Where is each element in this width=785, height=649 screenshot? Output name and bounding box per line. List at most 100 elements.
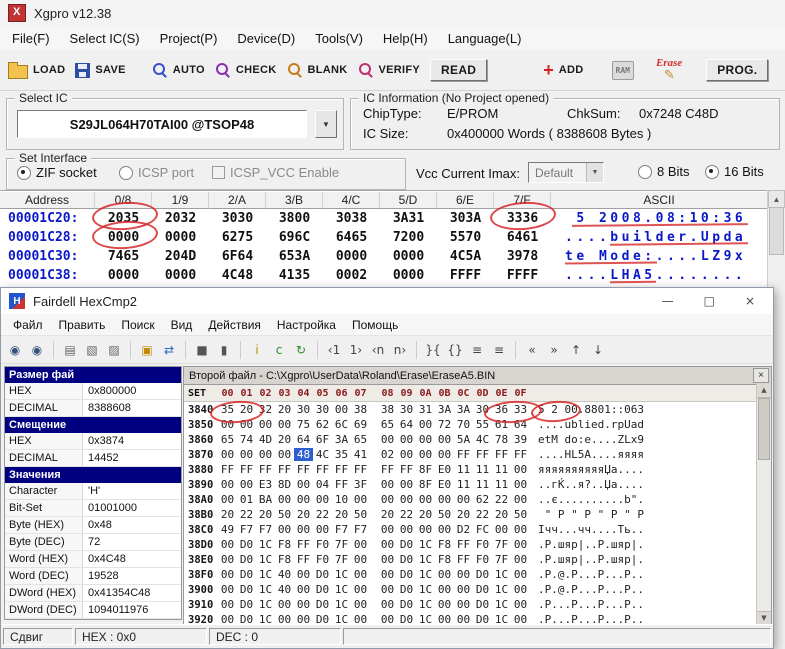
word-cell[interactable]: 204D [152,249,209,264]
maximize-button[interactable]: □ [704,294,715,308]
swap-files-icon[interactable]: ⇄ [159,340,179,360]
byte-cell[interactable]: F7 [237,523,256,536]
byte-cell[interactable]: 00 [218,478,237,491]
byte-cell[interactable]: 20 [294,508,313,521]
byte-cell[interactable]: 00 [378,538,397,551]
byte-cell[interactable]: 35 [218,403,237,416]
stop-icon[interactable]: ■ [192,340,212,360]
scrollbar-thumb[interactable] [758,398,770,460]
byte-cell[interactable]: 20 [332,508,351,521]
byte-cell[interactable]: 65 [378,418,397,431]
byte-cell[interactable]: 36 [492,403,511,416]
hexcmp-row[interactable]: 38A00001BA00000010000000000000622200..є.… [184,492,771,507]
byte-cell[interactable]: 00 [454,568,473,581]
byte-cell[interactable]: D0 [397,568,416,581]
word-cell[interactable]: 6461 [494,230,551,245]
byte-cell[interactable]: 64 [511,418,530,431]
byte-cell[interactable]: 00 [378,523,397,536]
byte-cell[interactable]: FC [473,523,492,536]
word-cell[interactable]: 7465 [95,249,152,264]
byte-cell[interactable]: 02 [378,448,397,461]
next-change-icon[interactable]: n› [390,340,410,360]
brace-open-icon[interactable]: }{ [423,340,443,360]
word-cell[interactable]: 3978 [494,249,551,264]
icsp-vcc-checkbox[interactable]: ICSP_VCC Enable [212,165,339,180]
minimize-button[interactable]: — [662,294,674,308]
byte-cell[interactable]: 1C [492,568,511,581]
byte-cell[interactable]: 49 [218,523,237,536]
byte-cell[interactable]: FF [332,478,351,491]
word-cell[interactable]: 0000 [152,268,209,283]
byte-cell[interactable]: 1C [332,583,351,596]
byte-cell[interactable]: 4C [473,433,492,446]
byte-cell[interactable]: D0 [473,568,492,581]
byte-cell[interactable]: 1C [492,598,511,611]
scroll-up-icon[interactable]: ▲ [768,190,785,208]
byte-cell[interactable]: 01 [237,493,256,506]
byte-cell[interactable]: 00 [218,553,237,566]
word-cell[interactable]: 0000 [380,249,437,264]
byte-cell[interactable]: 00 [256,418,275,431]
byte-cell[interactable]: 00 [294,478,313,491]
hex-grid-scrollbar[interactable]: ▲ ▼ [756,384,771,625]
byte-cell[interactable]: 5A [454,433,473,446]
goto-first-icon[interactable]: « [522,340,542,360]
word-cell[interactable]: 4C5A [437,249,494,264]
byte-cell[interactable]: 00 [416,433,435,446]
byte-cell[interactable]: 75 [294,418,313,431]
copy-block-right-icon[interactable]: ▨ [104,340,124,360]
word-cell[interactable]: 4135 [266,268,323,283]
byte-cell[interactable]: 00 [397,493,416,506]
hexcmp-row[interactable]: 38D000D01CF8FFF07F0000D01CF8FFF07F00.Р.ш… [184,537,771,552]
byte-cell[interactable]: 00 [511,538,530,551]
auto-button[interactable]: AUTO [152,62,205,78]
menu-item[interactable]: Файл [5,314,51,335]
byte-cell[interactable]: 00 [294,598,313,611]
byte-cell[interactable]: 70 [454,418,473,431]
byte-cell[interactable]: 00 [275,493,294,506]
hexcmp-titlebar[interactable]: H Fairdell HexCmp2 — □ × [1,288,773,314]
byte-cell[interactable]: 00 [397,523,416,536]
byte-cell[interactable]: 48 [294,448,313,461]
byte-cell[interactable]: 8D [275,478,294,491]
byte-cell[interactable]: D0 [397,553,416,566]
byte-cell[interactable]: FF [454,553,473,566]
byte-cell[interactable]: 00 [351,598,370,611]
word-cell[interactable]: 3336 [494,211,551,226]
byte-cell[interactable]: 8F [416,478,435,491]
word-cell[interactable]: 0000 [380,268,437,283]
byte-cell[interactable]: 20 [454,508,473,521]
byte-cell[interactable]: 11 [492,463,511,476]
hexcmp-row[interactable]: 38500000000075626C696564007270556164....… [184,417,771,432]
load-button[interactable]: LOAD [8,62,65,79]
menu-item[interactable]: Править [51,314,114,335]
byte-cell[interactable]: 00 [218,568,237,581]
byte-cell[interactable]: 20 [416,508,435,521]
byte-cell[interactable]: FF [294,463,313,476]
goto-last-icon[interactable]: » [544,340,564,360]
byte-cell[interactable]: 1C [416,598,435,611]
byte-cell[interactable]: 20 [378,508,397,521]
byte-cell[interactable]: 8F [416,463,435,476]
align-left-icon[interactable]: ≡ [467,340,487,360]
menu-item[interactable]: Language(L) [438,26,532,50]
goto-up-icon[interactable]: ↑ [566,340,586,360]
byte-cell[interactable]: 64 [294,433,313,446]
prog-button[interactable]: PROG. [706,59,768,81]
byte-cell[interactable]: FF [351,463,370,476]
byte-cell[interactable]: 00 [275,523,294,536]
byte-cell[interactable]: 22 [237,508,256,521]
word-cell[interactable]: 7200 [380,230,437,245]
byte-cell[interactable]: 00 [237,448,256,461]
brace-close-icon[interactable]: {} [445,340,465,360]
hex-row[interactable]: 00001C30:7465204D6F64653A000000004C5A397… [0,247,768,266]
byte-cell[interactable]: 00 [294,583,313,596]
word-cell[interactable]: 6F64 [209,249,266,264]
byte-cell[interactable]: 00 [351,568,370,581]
byte-cell[interactable]: 00 [332,403,351,416]
close-file-icon[interactable]: × [753,368,769,383]
menu-item[interactable]: Действия [200,314,269,335]
vcc-current-dropdown[interactable]: Default ▼ [528,162,604,183]
byte-cell[interactable]: 35 [332,448,351,461]
byte-cell[interactable]: 00 [218,583,237,596]
